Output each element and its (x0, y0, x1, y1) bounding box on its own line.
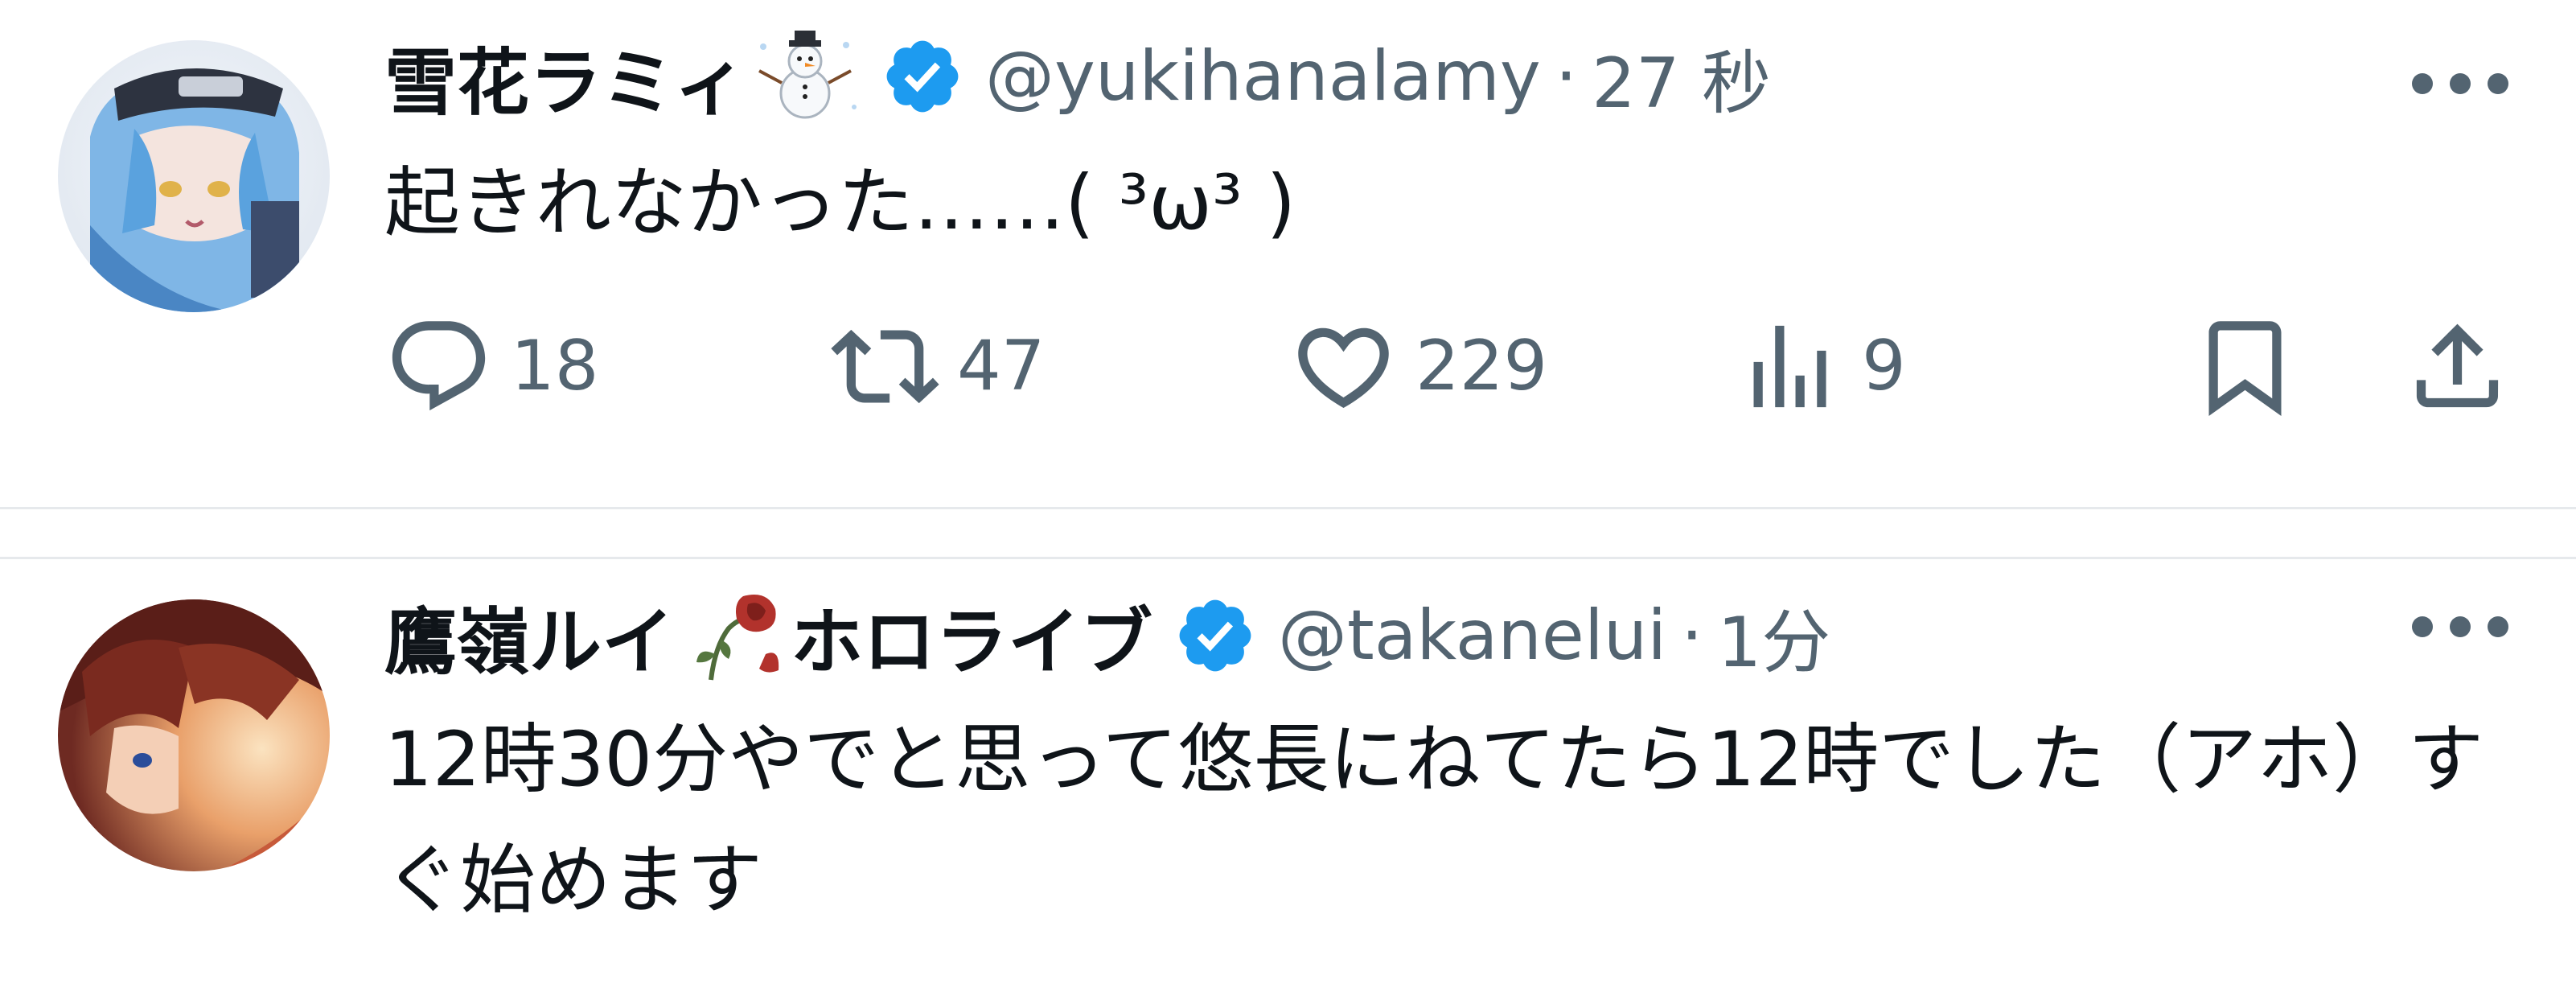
avatar[interactable] (58, 599, 330, 871)
dot (2412, 616, 2433, 637)
tweet-header: 鷹嶺ルイ ホロライブ @takanelui · 1分 (384, 590, 1830, 685)
tweet-text: 起きれなかった……( ³ω³ ) (384, 159, 1296, 247)
views-button[interactable]: 9 (1736, 306, 1906, 426)
more-options-icon[interactable] (2412, 68, 2508, 100)
tweet-text: 12時30分やでと思って悠長にねてたら12時でした（アホ）すぐ始めます (384, 716, 2484, 924)
retweet-icon (831, 329, 939, 403)
timestamp[interactable]: 27 秒 (1592, 27, 1771, 127)
verified-badge-icon (1173, 594, 1257, 677)
tweet[interactable]: 雪花ラミィ @yukihanalamy · 27 秒 起きれなかった……(³ω… (0, 0, 2576, 507)
reply-icon (392, 320, 486, 410)
dot (2450, 73, 2471, 94)
dot (2488, 73, 2508, 94)
views-count: 9 (1862, 326, 1906, 406)
avatar-image (58, 40, 330, 312)
bookmark-button[interactable] (2191, 306, 2299, 426)
more-options-icon[interactable] (2412, 611, 2508, 643)
tweet-actions: 18 47 229 9 (384, 306, 2516, 426)
retweet-count: 47 (957, 326, 1046, 406)
wilted-rose-icon (679, 590, 787, 682)
divider (0, 507, 2576, 509)
views-chart-icon (1753, 325, 1826, 407)
separator-dot: · (1555, 36, 1578, 117)
avatar-image (58, 599, 330, 871)
retweet-button[interactable]: 47 (831, 306, 1045, 426)
reply-button[interactable]: 18 (384, 306, 598, 426)
tweet-header: 雪花ラミィ @yukihanalamy · 27 秒 (384, 30, 1771, 126)
verified-badge-icon (881, 35, 964, 118)
share-button[interactable] (2403, 306, 2512, 426)
separator-dot: · (1681, 595, 1703, 676)
bookmark-icon (2208, 320, 2282, 416)
heart-icon (1298, 327, 1389, 408)
share-upload-icon (2416, 323, 2499, 407)
display-name[interactable]: 雪花ラミィ (384, 24, 746, 129)
dot (2412, 73, 2433, 94)
reply-count: 18 (511, 326, 599, 406)
like-count: 229 (1415, 326, 1548, 406)
timestamp[interactable]: 1分 (1717, 586, 1830, 686)
dot (2450, 616, 2471, 637)
display-name[interactable]: 鷹嶺ルイ (384, 583, 674, 688)
like-button[interactable]: 229 (1289, 306, 1547, 426)
dot (2488, 616, 2508, 637)
user-handle[interactable]: @yukihanalamy (985, 36, 1541, 117)
avatar[interactable] (58, 40, 330, 312)
timeline: 雪花ラミィ @yukihanalamy · 27 秒 起きれなかった……(³ω… (0, 0, 2576, 984)
tweet[interactable]: 鷹嶺ルイ ホロライブ @takanelui · 1分 12時30分やでと思って悠… (0, 559, 2576, 984)
display-name-suffix[interactable]: ホロライブ (791, 583, 1152, 688)
snowman-icon (751, 30, 860, 123)
user-handle[interactable]: @takanelui (1278, 595, 1666, 676)
